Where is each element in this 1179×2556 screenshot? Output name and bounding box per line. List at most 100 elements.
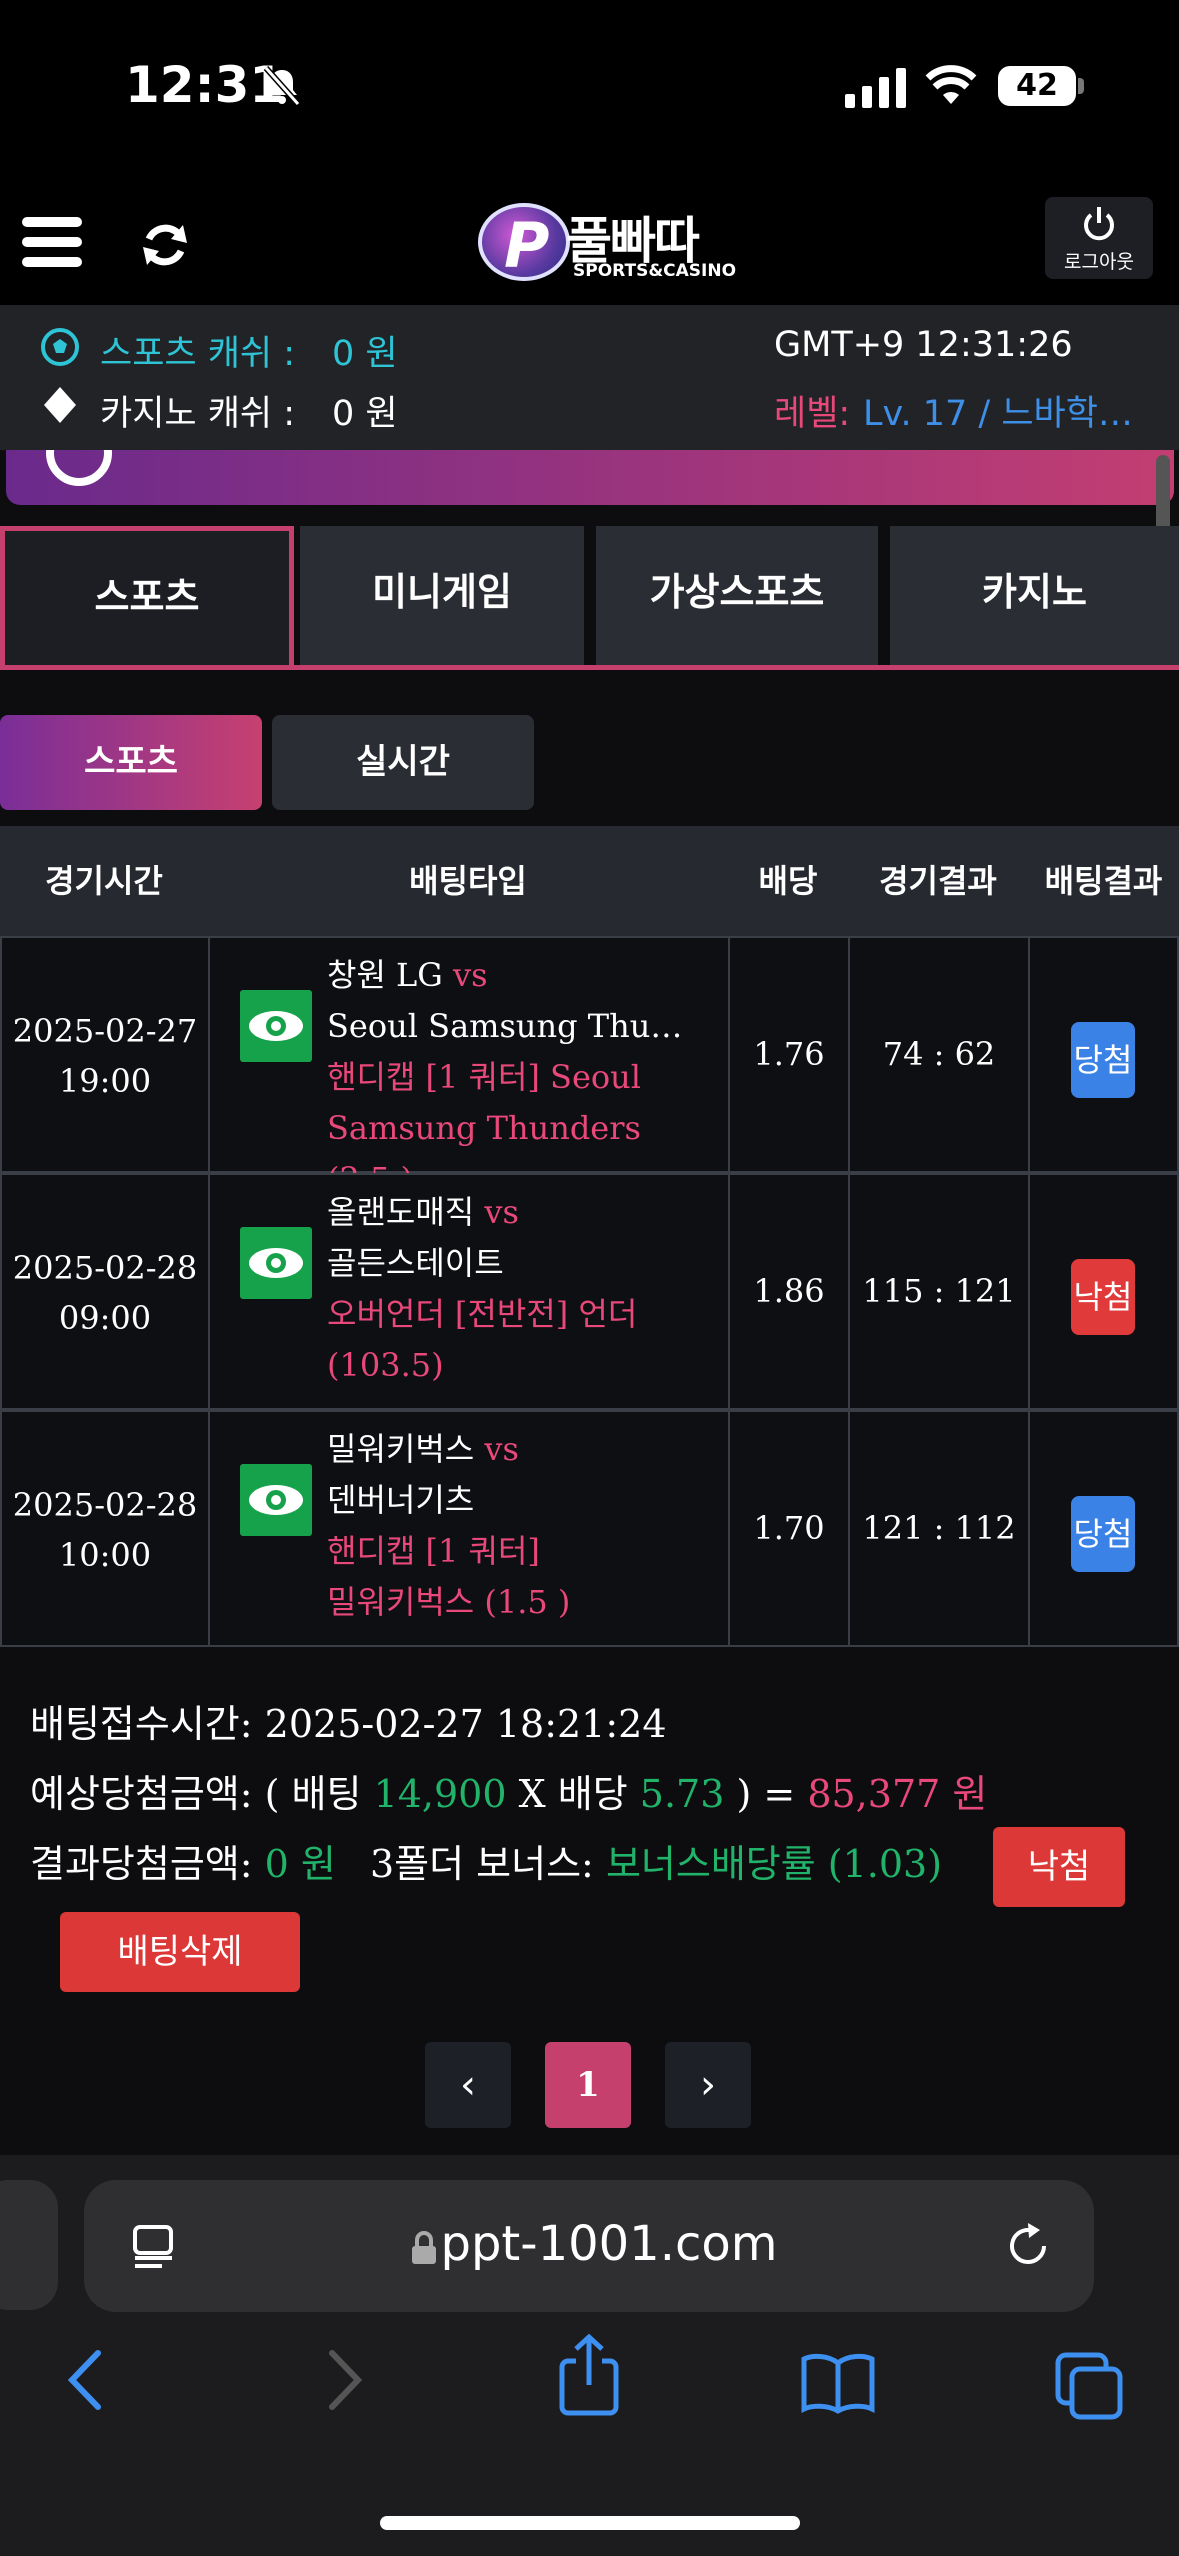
result-badge-win: 당첨 (1071, 1496, 1135, 1572)
tab-sports[interactable]: 스포츠 (0, 526, 294, 665)
bet-info: 올랜도매직 vs 골든스테이트 오버언더 [전반전] 언더 (103.5) (210, 1175, 730, 1408)
refresh-icon[interactable] (135, 215, 195, 275)
battery-icon: 42 (998, 66, 1076, 106)
logout-label: 로그아웃 (1064, 251, 1134, 273)
match-date: 2025-02-28 (12, 1486, 198, 1524)
bonus-value: 보너스배당률 (1.03) (605, 1842, 943, 1886)
casino-cash-value: 0 원 (332, 394, 398, 434)
vs-label: vs (453, 956, 488, 994)
expected-label: 예상당첨금액: ( 배팅 (30, 1772, 362, 1816)
match-details: 창원 LG vs Seoul Samsung Thund… 핸디캡 [1 쿼터]… (327, 950, 697, 1205)
cellular-signal-icon (845, 68, 906, 108)
prev-page-button[interactable]: ‹ (425, 2042, 511, 2128)
tab-virtual-sports[interactable]: 가상스포츠 (596, 526, 878, 665)
banner-icon (46, 450, 112, 486)
match-score: 115 : 121 (850, 1175, 1030, 1408)
wifi-icon (925, 65, 977, 104)
col-header-bet-result: 배팅결과 (1044, 862, 1163, 900)
table-header: 경기시간 배팅타입 배당 경기결과 배팅결과 (0, 826, 1179, 936)
bookmarks-icon[interactable] (800, 2353, 876, 2415)
status-bar: 12:31 42 (0, 0, 1179, 175)
home-team: 창원 LG (327, 956, 443, 994)
delete-bet-button[interactable]: 배팅삭제 (60, 1912, 300, 1992)
site-logo[interactable]: P 풀빠따 SPORTS&CASINO (478, 197, 738, 287)
odds-value: 1.86 (730, 1175, 850, 1408)
next-page-button[interactable]: › (665, 2042, 751, 2128)
soccer-ball-icon (41, 328, 79, 366)
address-bar[interactable]: ppt-1001.com (84, 2180, 1094, 2312)
match-details: 밀워키벅스 vs 덴버너기츠 핸디캡 [1 쿼터] 밀워키벅스 (1.5 ) (327, 1424, 697, 1628)
away-team: 덴버너기츠 (327, 1481, 475, 1519)
casino-cash-label: 카지노 캐쉬 : (100, 394, 296, 434)
home-team: 올랜도매직 (327, 1193, 475, 1231)
accept-time-label: 배팅접수시간: (30, 1702, 253, 1746)
forward-icon[interactable] (318, 2345, 368, 2415)
match-time: 09:00 (58, 1299, 152, 1337)
expected-amount: 85,377 원 (807, 1772, 988, 1816)
bet-type: 오버언더 [전반전] 언더 (327, 1295, 638, 1333)
bet-pick: 밀워키벅스 (1.5 ) (327, 1583, 571, 1621)
url-text[interactable]: ppt-1001.com (84, 2216, 1094, 2272)
bet-type: 핸디캡 [1 쿼터] (327, 1532, 540, 1570)
table-row: 2025-02-27 19:00 창원 LG vs Seoul Samsung … (0, 936, 1179, 1198)
accept-time-line: 배팅접수시간: 2025-02-27 18:21:24 (30, 1693, 667, 1748)
accept-time-value: 2025-02-27 18:21:24 (264, 1702, 667, 1746)
col-header-odds: 배당 (758, 862, 818, 900)
view-eye-icon[interactable] (240, 990, 312, 1062)
sports-cash-label: 스포츠 캐쉬 : (100, 334, 296, 374)
col-header-bet-type: 배팅타입 (409, 862, 527, 900)
promo-banner[interactable] (6, 450, 1174, 505)
match-time: 10:00 (58, 1536, 152, 1574)
bell-muted-icon (263, 66, 301, 106)
match-details: 올랜도매직 vs 골든스테이트 오버언더 [전반전] 언더 (103.5) (327, 1187, 697, 1391)
expected-win-line: 예상당첨금액: ( 배팅 14,900 X 배당 5.73 ) = 85,377… (30, 1763, 987, 1818)
match-date: 2025-02-27 (12, 1012, 198, 1050)
level-value[interactable]: Lv. 17 / 느바학… (863, 385, 1133, 436)
bet-type: 핸디캡 [1 쿼터] Seoul (327, 1058, 642, 1096)
match-datetime: 2025-02-28 10:00 (2, 1412, 210, 1645)
site-header: P 풀빠따 SPORTS&CASINO 로그아웃 (0, 175, 1179, 305)
x-odds-label: X 배당 (518, 1772, 628, 1816)
subtab-live[interactable]: 실시간 (272, 715, 534, 810)
away-team: Seoul Samsung Thund… (327, 1007, 697, 1045)
power-icon (1084, 207, 1114, 241)
bonus-label: 3폴더 보너스: (369, 1842, 594, 1886)
result-badge-win: 당첨 (1071, 1022, 1135, 1098)
bet-result-cell: 당첨 (1030, 1412, 1179, 1645)
match-date: 2025-02-28 (12, 1249, 198, 1287)
server-clock: GMT+9 12:31:26 (774, 325, 1073, 365)
result-win-line: 결과당첨금액: 0 원 3폴더 보너스: 보너스배당률 (1.03) (30, 1833, 942, 1888)
bet-result-cell: 낙첨 (1030, 1175, 1179, 1408)
sports-cash-value: 0 원 (332, 334, 398, 374)
result-amount: 0 원 (264, 1842, 336, 1886)
account-info-bar: 스포츠 캐쉬 : 0 원 카지노 캐쉬 : 0 원 GMT+9 12:31:26… (0, 305, 1179, 450)
browser-chrome: ppt-1001.com (0, 2155, 1179, 2556)
logo-p-mark: P (478, 203, 570, 282)
diamond-icon (44, 387, 76, 423)
bet-amount: 14,900 (373, 1772, 507, 1816)
col-header-match-time: 경기시간 (45, 862, 163, 900)
table-row: 2025-02-28 10:00 밀워키벅스 vs 덴버너기츠 핸디캡 [1 쿼… (0, 1410, 1179, 1647)
share-icon[interactable] (556, 2333, 622, 2417)
total-odds: 5.73 (639, 1772, 725, 1816)
current-page-button[interactable]: 1 (545, 2042, 631, 2128)
previous-tab-preview[interactable] (0, 2180, 58, 2310)
logout-button[interactable]: 로그아웃 (1045, 197, 1153, 279)
bet-result-cell: 당첨 (1030, 938, 1179, 1171)
tab-minigame[interactable]: 미니게임 (300, 526, 584, 665)
view-eye-icon[interactable] (240, 1464, 312, 1536)
back-icon[interactable] (62, 2345, 112, 2415)
view-eye-icon[interactable] (240, 1227, 312, 1299)
subtab-sports[interactable]: 스포츠 (0, 715, 262, 810)
reload-icon[interactable] (1002, 2220, 1054, 2272)
col-header-match-result: 경기결과 (879, 862, 997, 900)
result-label: 결과당첨금액: (30, 1842, 253, 1886)
hamburger-menu-icon[interactable] (22, 217, 82, 269)
tab-casino[interactable]: 카지노 (890, 526, 1179, 665)
odds-value: 1.76 (730, 938, 850, 1171)
result-badge-lose: 낙첨 (1071, 1259, 1135, 1335)
bet-status-button[interactable]: 낙첨 (993, 1827, 1125, 1907)
tabs-icon[interactable] (1054, 2351, 1124, 2421)
home-indicator[interactable] (380, 2516, 800, 2530)
bet-info: 창원 LG vs Seoul Samsung Thund… 핸디캡 [1 쿼터]… (210, 938, 730, 1198)
